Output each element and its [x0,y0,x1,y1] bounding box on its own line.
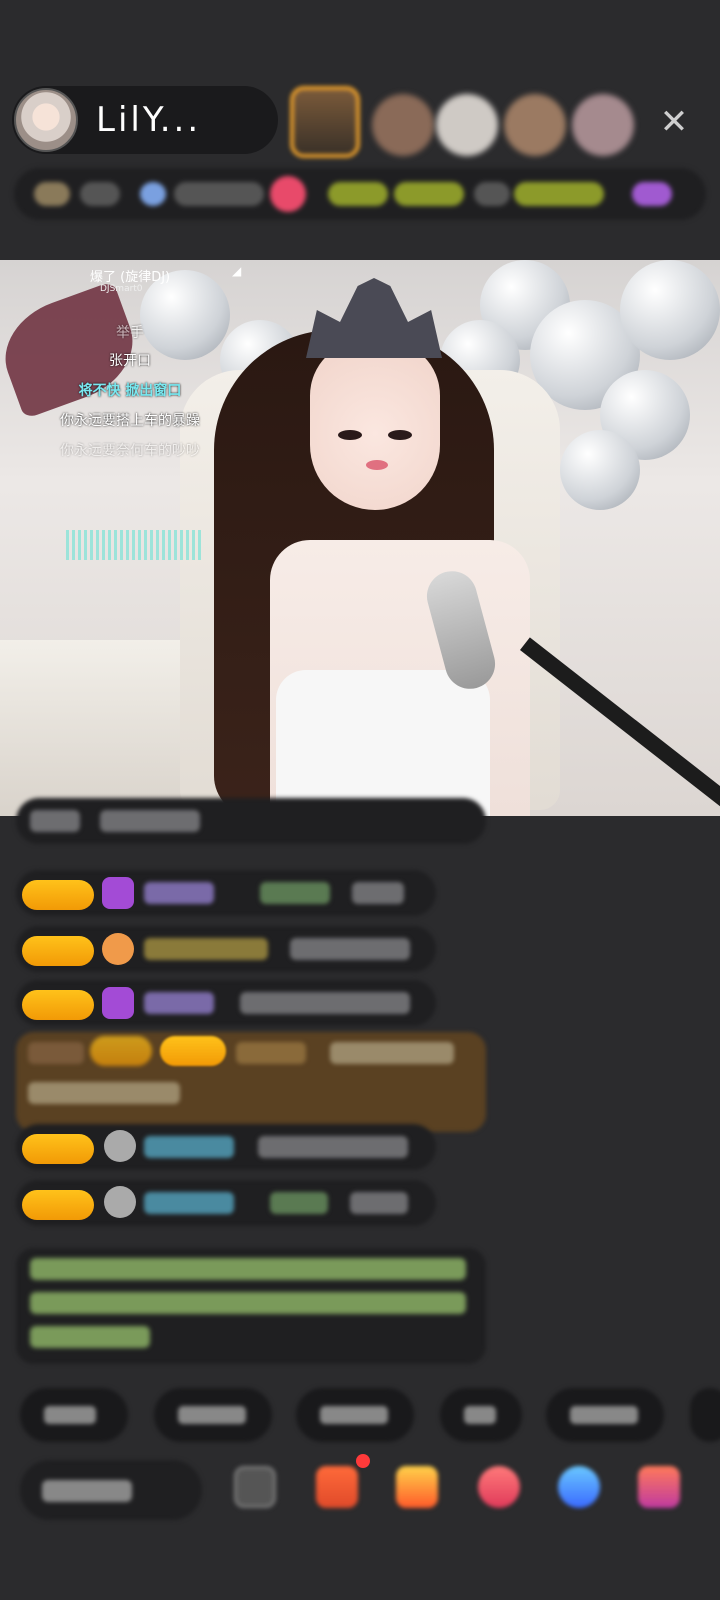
room-info-bar[interactable] [14,168,706,220]
close-icon[interactable]: ✕ [656,104,692,140]
host-info-pill[interactable]: LilY... [12,86,278,154]
chat-message[interactable] [16,798,486,844]
viewer-avatar[interactable] [572,94,634,156]
game-icon[interactable] [478,1466,520,1508]
chat-icon[interactable] [558,1466,600,1508]
expand-icon[interactable]: ◢ [232,264,241,278]
live-video[interactable]: 爆了 (旋律DJ) DJSmart0 ◢ 举手 张开口 将不快 掀出窗口 你永远… [0,260,720,816]
level-badge [22,1190,94,1220]
badge-icon [102,933,134,965]
live-room: LilY... ✕ 爆了 (旋律DJ) DJSmart0 ◢ 举手 张开口 将不… [0,0,720,1600]
notification-dot [356,1454,370,1468]
level-badge [22,880,94,910]
equalizer-visual [66,530,202,560]
quick-reply-chip[interactable] [546,1388,664,1442]
lyrics-overlay[interactable]: 爆了 (旋律DJ) DJSmart0 ◢ 举手 张开口 将不快 掀出窗口 你永远… [0,260,260,580]
level-badge [22,936,94,966]
lyric-line: 举手 [116,325,144,341]
gift-box-icon[interactable] [316,1466,358,1508]
smile-icon[interactable] [234,1466,276,1508]
avatar [104,1130,136,1162]
viewer-avatar[interactable] [504,94,566,156]
quick-reply-chip[interactable] [154,1388,272,1442]
level-badge [22,1134,94,1164]
lyric-line-current: 将不快 掀出窗口 [78,383,182,399]
streamer-face [310,340,440,510]
mall-icon[interactable] [638,1466,680,1508]
quick-reply-chip[interactable] [20,1388,128,1442]
top-viewer-avatar[interactable] [290,86,360,158]
lyric-line: 你永远要搭上车的暴躁 [60,413,200,429]
quick-reply-chip[interactable] [690,1388,720,1442]
host-avatar[interactable] [14,88,78,152]
avatar [104,1186,136,1218]
crown [306,278,442,358]
gem-icon [102,987,134,1019]
song-artist: DJSmart0 [100,284,143,294]
viewer-avatar[interactable] [372,94,434,156]
viewer-avatar[interactable] [436,94,498,156]
quick-reply-chip[interactable] [296,1388,414,1442]
song-title: 爆了 (旋律DJ) [90,270,171,285]
host-name: LilY... [96,100,202,140]
quick-reply-chip[interactable] [440,1388,522,1442]
red-envelope-icon[interactable] [396,1466,438,1508]
gem-icon [102,877,134,909]
lyric-line: 你永远要奈何车的吵吵 [60,443,200,459]
chat-input[interactable] [20,1460,202,1520]
level-badge [22,990,94,1020]
lyric-line: 张开口 [109,353,151,369]
